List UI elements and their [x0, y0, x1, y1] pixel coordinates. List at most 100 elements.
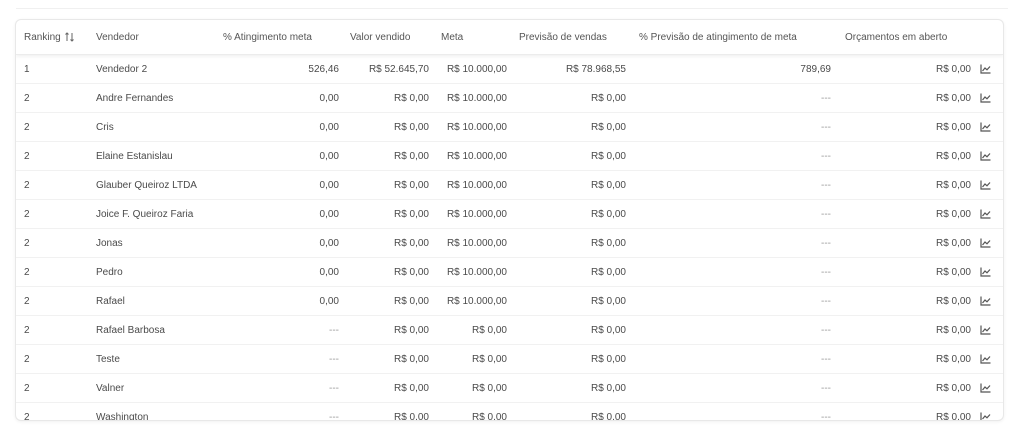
cell-vendedor: Andre Fernandes	[96, 92, 174, 104]
cell-previsao-vendas: R$ 78.968,55	[565, 63, 626, 75]
cell-vendedor: Cris	[96, 121, 114, 133]
cell-meta: R$ 10.000,00	[446, 150, 507, 162]
line-chart-icon[interactable]	[978, 316, 992, 344]
table-row: 2 Rafael 0,00 R$ 0,00 R$ 10.000,00 R$ 0,…	[16, 287, 1003, 316]
cell-orcamentos: R$ 0,00	[935, 411, 971, 421]
line-chart-icon-graphic	[979, 151, 991, 161]
cell-vendedor: Joice F. Queiroz Faria	[96, 208, 194, 220]
cell-orcamentos: R$ 0,00	[935, 63, 971, 75]
cell-previsao-vendas: R$ 0,00	[590, 237, 626, 249]
cell-pct-previsao: ---	[821, 121, 831, 133]
cell-pct-previsao: ---	[821, 179, 831, 191]
sort-icon[interactable]	[64, 32, 74, 42]
cell-vendedor: Rafael Barbosa	[96, 324, 165, 336]
line-chart-icon-graphic	[979, 209, 991, 219]
cell-vendedor: Rafael	[96, 295, 125, 307]
cell-valor-vendido: R$ 0,00	[393, 237, 429, 249]
line-chart-icon[interactable]	[978, 84, 992, 112]
cell-previsao-vendas: R$ 0,00	[590, 121, 626, 133]
cell-orcamentos: R$ 0,00	[935, 266, 971, 278]
cell-ranking: 2	[24, 150, 30, 162]
cell-previsao-vendas: R$ 0,00	[590, 411, 626, 421]
line-chart-icon[interactable]	[978, 345, 992, 373]
line-chart-icon-graphic	[979, 267, 991, 277]
line-chart-icon-graphic	[979, 64, 991, 74]
cell-valor-vendido: R$ 0,00	[393, 208, 429, 220]
cell-previsao-vendas: R$ 0,00	[590, 353, 626, 365]
cell-pct-previsao: ---	[821, 92, 831, 104]
line-chart-icon[interactable]	[978, 374, 992, 402]
cell-valor-vendido: R$ 0,00	[393, 179, 429, 191]
line-chart-icon[interactable]	[978, 287, 992, 315]
cell-pct-previsao: ---	[821, 266, 831, 278]
cell-vendedor: Valner	[96, 382, 125, 394]
cell-ranking: 2	[24, 92, 30, 104]
cell-previsao-vendas: R$ 0,00	[590, 295, 626, 307]
cell-vendedor: Vendedor 2	[96, 63, 148, 75]
cell-ranking: 2	[24, 208, 30, 220]
cell-pct-atingimento: 0,00	[319, 237, 339, 249]
cell-vendedor: Teste	[96, 353, 120, 365]
line-chart-icon[interactable]	[978, 258, 992, 286]
cell-orcamentos: R$ 0,00	[935, 295, 971, 307]
cell-orcamentos: R$ 0,00	[935, 353, 971, 365]
cell-pct-previsao: ---	[821, 382, 831, 394]
line-chart-icon[interactable]	[978, 55, 992, 83]
cell-valor-vendido: R$ 0,00	[393, 382, 429, 394]
cell-ranking: 2	[24, 295, 30, 307]
cell-previsao-vendas: R$ 0,00	[590, 266, 626, 278]
cell-pct-previsao: ---	[821, 411, 831, 421]
cell-orcamentos: R$ 0,00	[935, 324, 971, 336]
table-body: 1 Vendedor 2 526,46 R$ 52.645,70 R$ 10.0…	[16, 55, 1003, 421]
line-chart-icon-graphic	[979, 93, 991, 103]
line-chart-icon[interactable]	[978, 229, 992, 257]
cell-pct-previsao: ---	[821, 324, 831, 336]
header-previsao-vendas: Previsão de vendas	[519, 31, 607, 43]
line-chart-icon[interactable]	[978, 403, 992, 420]
cell-valor-vendido: R$ 0,00	[393, 121, 429, 133]
cell-valor-vendido: R$ 0,00	[393, 353, 429, 365]
table-row: 2 Glauber Queiroz LTDA 0,00 R$ 0,00 R$ 1…	[16, 171, 1003, 200]
cell-meta: R$ 10.000,00	[446, 295, 507, 307]
cell-ranking: 2	[24, 324, 30, 336]
cell-meta: R$ 10.000,00	[446, 179, 507, 191]
table-row: 1 Vendedor 2 526,46 R$ 52.645,70 R$ 10.0…	[16, 55, 1003, 84]
sales-ranking-table: Ranking Vendedor % Atingimento meta Valo…	[15, 19, 1004, 421]
cell-ranking: 2	[24, 179, 30, 191]
header-valor-vendido: Valor vendido	[350, 31, 411, 43]
line-chart-icon-graphic	[979, 383, 991, 393]
header-pct-atingimento: % Atingimento meta	[223, 31, 312, 43]
cell-valor-vendido: R$ 0,00	[393, 324, 429, 336]
cell-vendedor: Elaine Estanislau	[96, 150, 173, 162]
cell-meta: R$ 10.000,00	[446, 266, 507, 278]
cell-vendedor: Pedro	[96, 266, 123, 278]
cell-vendedor: Jonas	[96, 237, 123, 249]
cell-pct-previsao: ---	[821, 353, 831, 365]
line-chart-icon[interactable]	[978, 113, 992, 141]
cell-orcamentos: R$ 0,00	[935, 92, 971, 104]
line-chart-icon[interactable]	[978, 171, 992, 199]
cell-pct-previsao: ---	[821, 150, 831, 162]
cell-previsao-vendas: R$ 0,00	[590, 382, 626, 394]
header-ranking[interactable]: Ranking	[24, 20, 74, 54]
cell-vendedor: Washington	[96, 411, 149, 421]
line-chart-icon-graphic	[979, 412, 991, 420]
cell-orcamentos: R$ 0,00	[935, 121, 971, 133]
line-chart-icon[interactable]	[978, 200, 992, 228]
line-chart-icon[interactable]	[978, 142, 992, 170]
cell-previsao-vendas: R$ 0,00	[590, 179, 626, 191]
cell-valor-vendido: R$ 0,00	[393, 411, 429, 421]
cell-pct-atingimento: 0,00	[319, 208, 339, 220]
line-chart-icon-graphic	[979, 296, 991, 306]
cell-meta: R$ 10.000,00	[446, 121, 507, 133]
cell-meta: R$ 10.000,00	[446, 208, 507, 220]
cell-pct-atingimento: ---	[329, 411, 339, 421]
cell-meta: R$ 10.000,00	[446, 92, 507, 104]
header-ranking-label: Ranking	[24, 31, 61, 43]
table-row: 2 Valner --- R$ 0,00 R$ 0,00 R$ 0,00 ---…	[16, 374, 1003, 403]
cell-pct-atingimento: 0,00	[319, 295, 339, 307]
header-pct-previsao: % Previsão de atingimento de meta	[639, 31, 797, 43]
cell-orcamentos: R$ 0,00	[935, 150, 971, 162]
cell-previsao-vendas: R$ 0,00	[590, 150, 626, 162]
cell-orcamentos: R$ 0,00	[935, 382, 971, 394]
